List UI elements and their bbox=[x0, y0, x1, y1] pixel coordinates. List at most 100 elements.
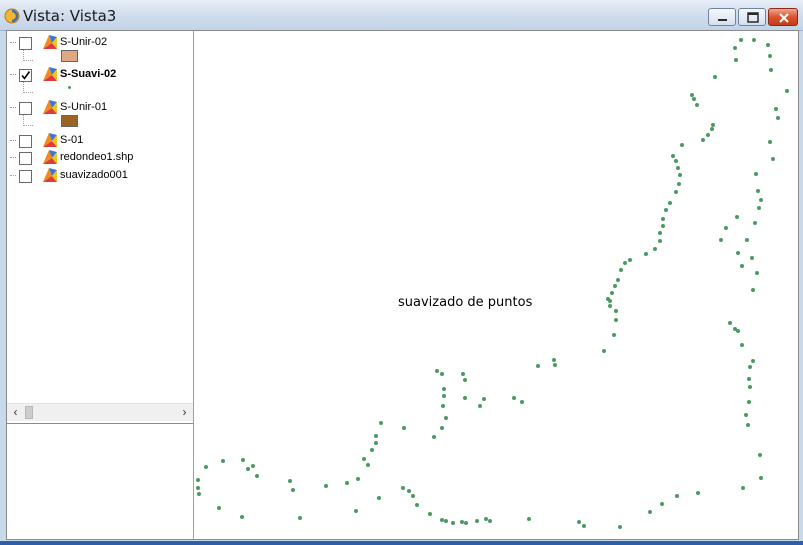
map-point bbox=[741, 486, 745, 490]
map-point bbox=[755, 271, 759, 275]
map-point bbox=[291, 488, 295, 492]
map-point bbox=[246, 467, 250, 471]
map-point bbox=[769, 68, 773, 72]
map-point bbox=[748, 385, 752, 389]
layer-name[interactable]: redondeo1.shp bbox=[60, 151, 133, 163]
layer-row[interactable]: redondeo1.shp bbox=[7, 149, 193, 167]
map-point bbox=[661, 217, 665, 221]
map-point bbox=[661, 224, 665, 228]
layer-visibility-checkbox[interactable] bbox=[19, 69, 32, 82]
title-bar[interactable]: Vista: Vista3 bbox=[0, 0, 803, 31]
layer-row[interactable]: suavizado001 bbox=[7, 167, 193, 185]
maximize-button[interactable] bbox=[738, 8, 766, 26]
layer-row[interactable]: S-Unir-01 bbox=[7, 99, 193, 117]
layer-row[interactable]: S-Suavi-02 bbox=[7, 66, 193, 84]
map-point bbox=[608, 299, 612, 303]
map-point bbox=[298, 516, 302, 520]
legend-fill-swatch bbox=[61, 50, 78, 62]
layer-visibility-checkbox[interactable] bbox=[19, 152, 32, 165]
map-point bbox=[736, 329, 740, 333]
layer-name[interactable]: S-Unir-01 bbox=[60, 101, 107, 113]
map-point bbox=[713, 75, 717, 79]
map-point bbox=[675, 494, 679, 498]
map-point bbox=[460, 520, 464, 524]
layer-visibility-checkbox[interactable] bbox=[19, 102, 32, 115]
map-point bbox=[402, 426, 406, 430]
map-point bbox=[354, 509, 358, 513]
layer-name[interactable]: S-01 bbox=[60, 134, 83, 146]
map-point bbox=[719, 238, 723, 242]
map-point bbox=[671, 154, 675, 158]
map-point bbox=[628, 258, 632, 262]
map-point bbox=[614, 318, 618, 322]
map-point bbox=[356, 477, 360, 481]
chevron-right-icon[interactable]: › bbox=[176, 404, 193, 421]
map-point bbox=[475, 519, 479, 523]
layer-name[interactable]: suavizado001 bbox=[60, 169, 128, 181]
map-point bbox=[415, 503, 419, 507]
map-point bbox=[776, 116, 780, 120]
map-point bbox=[711, 123, 715, 127]
map-point bbox=[758, 453, 762, 457]
layer-name[interactable]: S-Suavi-02 bbox=[60, 68, 116, 80]
layer-visibility-checkbox[interactable] bbox=[19, 170, 32, 183]
view-content: S-Unir-02 S-Suavi-02 S-Unir-01 S-01 redondeo… bbox=[6, 30, 799, 540]
map-point bbox=[442, 394, 446, 398]
map-point bbox=[785, 89, 789, 93]
map-point bbox=[366, 463, 370, 467]
map-point bbox=[241, 458, 245, 462]
map-point bbox=[706, 133, 710, 137]
vector-layer-icon bbox=[43, 168, 57, 182]
minimize-button[interactable] bbox=[708, 8, 736, 26]
map-point bbox=[374, 434, 378, 438]
map-canvas[interactable]: suavizado de puntos bbox=[194, 31, 798, 539]
map-point bbox=[623, 261, 627, 265]
tree-connector bbox=[10, 74, 16, 75]
layer-name[interactable]: S-Unir-02 bbox=[60, 36, 107, 48]
map-point bbox=[484, 517, 488, 521]
legend-connector bbox=[23, 115, 33, 126]
map-point bbox=[695, 103, 699, 107]
layer-visibility-checkbox[interactable] bbox=[19, 135, 32, 148]
map-point bbox=[677, 182, 681, 186]
map-point bbox=[536, 364, 540, 368]
map-point bbox=[461, 372, 465, 376]
map-point bbox=[674, 190, 678, 194]
map-point bbox=[724, 226, 728, 230]
tree-connector bbox=[10, 140, 16, 141]
window-bottom-edge bbox=[0, 541, 803, 545]
map-point bbox=[553, 363, 557, 367]
map-annotation: suavizado de puntos bbox=[398, 295, 533, 310]
map-point bbox=[613, 284, 617, 288]
map-point bbox=[690, 93, 694, 97]
map-point bbox=[740, 343, 744, 347]
map-point bbox=[512, 396, 516, 400]
map-point bbox=[251, 464, 255, 468]
map-point bbox=[771, 157, 775, 161]
map-point bbox=[692, 97, 696, 101]
layer-visibility-checkbox[interactable] bbox=[19, 37, 32, 50]
map-point bbox=[442, 387, 446, 391]
map-point bbox=[753, 221, 757, 225]
map-point bbox=[748, 365, 752, 369]
chevron-left-icon[interactable]: ‹ bbox=[7, 404, 24, 421]
close-button[interactable] bbox=[768, 8, 798, 26]
map-point bbox=[401, 486, 405, 490]
scrollbar-thumb[interactable] bbox=[25, 406, 33, 419]
tree-connector bbox=[10, 107, 16, 108]
toc-horizontal-scrollbar[interactable]: ‹ › bbox=[7, 403, 193, 421]
map-point bbox=[345, 481, 349, 485]
map-point bbox=[217, 506, 221, 510]
tree-connector bbox=[10, 157, 16, 158]
map-point bbox=[756, 189, 760, 193]
map-point bbox=[734, 58, 738, 62]
layer-row[interactable]: S-Unir-02 bbox=[7, 34, 193, 52]
window-title: Vista: Vista3 bbox=[23, 7, 117, 25]
map-point bbox=[463, 396, 467, 400]
layer-row[interactable]: S-01 bbox=[7, 132, 193, 150]
map-point bbox=[407, 489, 411, 493]
map-point bbox=[288, 479, 292, 483]
map-point bbox=[766, 43, 770, 47]
close-icon bbox=[779, 13, 789, 23]
map-point bbox=[759, 476, 763, 480]
